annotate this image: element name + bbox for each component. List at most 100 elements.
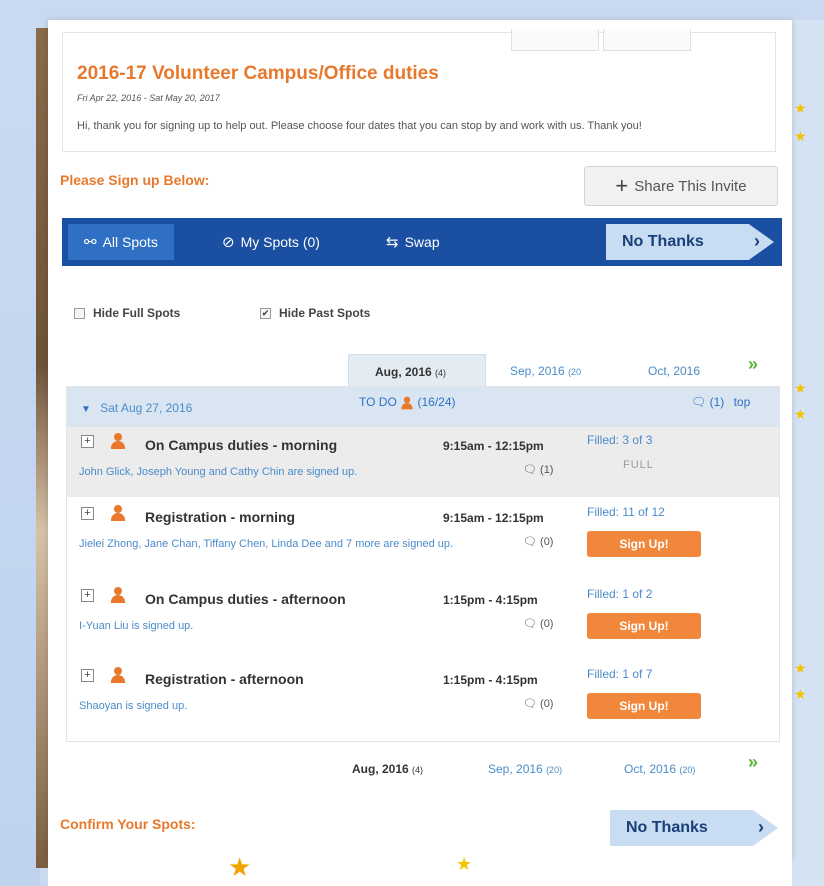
- caret-down-icon: ▼: [81, 404, 91, 415]
- slot-title: On Campus duties - afternoon: [145, 591, 346, 607]
- event-title: 2016-17 Volunteer Campus/Office duties: [77, 63, 439, 84]
- tab-swap[interactable]: ⇆ Swap: [386, 224, 440, 260]
- month-tab-aug[interactable]: Aug, 2016 (4): [348, 354, 486, 388]
- check-circle-icon: ⊘: [222, 234, 235, 251]
- star-decoration-icon: ★: [794, 660, 807, 676]
- slot-time: 9:15am - 12:15pm: [443, 511, 544, 525]
- slot-full-status: FULL: [623, 459, 654, 471]
- expand-icon[interactable]: +: [81, 507, 94, 520]
- month-tab-label: Aug, 2016: [352, 762, 409, 776]
- todo-count: (16/24): [417, 395, 456, 410]
- date-label: Sat Aug 27, 2016: [100, 401, 193, 415]
- star-decoration-icon: ★: [228, 852, 252, 882]
- share-invite-label: Share This Invite: [634, 177, 747, 195]
- slot-time: 1:15pm - 4:15pm: [443, 593, 538, 607]
- bottom-month-tab-oct[interactable]: Oct, 2016 (20): [624, 762, 695, 776]
- plus-icon: +: [615, 173, 629, 198]
- slot-filled: Filled: 3 of 3: [587, 433, 653, 447]
- event-description: Hi, thank you for signing up to help out…: [77, 120, 642, 132]
- share-invite-button[interactable]: + Share This Invite: [584, 166, 778, 206]
- hide-past-checkbox[interactable]: ✔: [260, 307, 271, 319]
- bottom-month-tab-aug[interactable]: Aug, 2016 (4): [352, 762, 423, 776]
- month-tab-label: Sep, 2016: [510, 364, 565, 378]
- person-icon: [111, 667, 125, 683]
- hide-full-checkbox[interactable]: [74, 307, 85, 319]
- signup-heading: Please Sign up Below:: [60, 172, 210, 188]
- slot-comments-count: (0): [540, 536, 554, 548]
- slot-comments-count: (1): [540, 464, 554, 476]
- tab-my-spots[interactable]: ⊘ My Spots (0): [222, 224, 320, 260]
- slot-filled: Filled: 1 of 7: [587, 667, 653, 681]
- month-tab-sep[interactable]: Sep, 2016 (20: [510, 364, 581, 378]
- tab-swap-label: Swap: [404, 234, 440, 250]
- confirm-no-thanks-button[interactable]: No Thanks ›: [610, 810, 778, 846]
- slot-title: Registration - afternoon: [145, 671, 304, 687]
- slot-comments[interactable]: 🗨 (0): [523, 617, 553, 630]
- expand-icon[interactable]: +: [81, 669, 94, 682]
- expand-icon[interactable]: +: [81, 435, 94, 448]
- bottom-month-tab-sep[interactable]: Sep, 2016 (20): [488, 762, 562, 776]
- next-months-arrow-icon[interactable]: »: [748, 752, 758, 773]
- person-icon: [111, 587, 125, 603]
- filter-hide-past[interactable]: ✔ Hide Past Spots: [260, 306, 370, 320]
- star-decoration-icon: ★: [794, 380, 807, 396]
- slot-comments[interactable]: 🗨 (0): [523, 535, 553, 548]
- slot-title: Registration - morning: [145, 509, 296, 525]
- star-decoration-icon: ★: [456, 854, 473, 874]
- slot-row: + Registration - afternoon 1:15pm - 4:15…: [67, 661, 779, 731]
- spots-navbar: ⚯ All Spots ⊘ My Spots (0) ⇆ Swap No Tha…: [62, 218, 782, 266]
- month-tab-count: (20): [679, 765, 696, 775]
- event-card: 2016-17 Volunteer Campus/Office duties F…: [62, 29, 776, 152]
- slot-comments[interactable]: 🗨 (1): [523, 463, 553, 476]
- star-decoration-icon: ★: [794, 128, 807, 144]
- top-link[interactable]: top: [734, 395, 751, 409]
- month-tab-label: Oct, 2016: [624, 762, 677, 776]
- sign-up-button[interactable]: Sign Up!: [587, 531, 701, 557]
- slot-row: + On Campus duties - afternoon 1:15pm - …: [67, 581, 779, 651]
- chevron-right-icon: ›: [754, 231, 760, 251]
- background-left: [0, 0, 40, 886]
- tab-all-spots-label: All Spots: [102, 234, 158, 250]
- month-tab-count: (20): [546, 765, 563, 775]
- filter-hide-full[interactable]: Hide Full Spots: [74, 306, 180, 320]
- date-comments-count: (1): [709, 395, 725, 409]
- slot-names: Jielei Zhong, Jane Chan, Tiffany Chen, L…: [79, 538, 454, 550]
- sign-up-button[interactable]: Sign Up!: [587, 613, 701, 639]
- date-bar: ▼ Sat Aug 27, 2016 TO DO (16/24) 🗨 (1) t…: [67, 387, 779, 427]
- slot-time: 1:15pm - 4:15pm: [443, 673, 538, 687]
- event-dates: Fri Apr 22, 2016 - Sat May 20, 2017: [77, 93, 220, 103]
- no-thanks-button[interactable]: No Thanks ›: [606, 224, 774, 260]
- signup-panel: 2016-17 Volunteer Campus/Office duties F…: [48, 20, 792, 860]
- confirm-no-thanks-label: No Thanks: [626, 819, 708, 836]
- slot-comments-count: (0): [540, 618, 554, 630]
- no-thanks-label: No Thanks: [622, 233, 704, 250]
- chevron-right-icon: ›: [758, 817, 764, 837]
- star-decoration-icon: ★: [794, 100, 807, 116]
- comment-icon: 🗨: [691, 395, 707, 409]
- background-right: ★ ★ ★ ★ ★ ★: [792, 20, 824, 886]
- slot-comments[interactable]: 🗨 (0): [523, 697, 553, 710]
- next-months-arrow-icon[interactable]: »: [748, 354, 758, 375]
- slot-filled: Filled: 1 of 2: [587, 587, 653, 601]
- month-tab-count: (20: [568, 367, 582, 377]
- todo-summary: TO DO (16/24): [359, 395, 456, 411]
- date-comments[interactable]: 🗨 (1) top: [691, 395, 750, 409]
- person-icon: [111, 433, 125, 449]
- star-decoration-icon: ★: [794, 686, 807, 702]
- hide-full-label: Hide Full Spots: [93, 306, 181, 320]
- top-tab[interactable]: [511, 29, 599, 51]
- person-icon: [111, 505, 125, 521]
- tab-all-spots[interactable]: ⚯ All Spots: [68, 224, 174, 260]
- spots-list: ▼ Sat Aug 27, 2016 TO DO (16/24) 🗨 (1) t…: [66, 386, 780, 742]
- top-tab[interactable]: [603, 29, 691, 51]
- slot-comments-count: (0): [540, 698, 554, 710]
- todo-label: TO DO: [359, 395, 397, 410]
- sign-up-button[interactable]: Sign Up!: [587, 693, 701, 719]
- slot-names: I-Yuan Liu is signed up.: [79, 620, 194, 632]
- date-toggle[interactable]: ▼ Sat Aug 27, 2016: [81, 401, 192, 415]
- swap-icon: ⇆: [386, 234, 399, 251]
- confirm-heading: Confirm Your Spots:: [60, 816, 196, 832]
- expand-icon[interactable]: +: [81, 589, 94, 602]
- slot-filled: Filled: 11 of 12: [587, 505, 665, 519]
- month-tab-oct[interactable]: Oct, 2016: [648, 364, 700, 378]
